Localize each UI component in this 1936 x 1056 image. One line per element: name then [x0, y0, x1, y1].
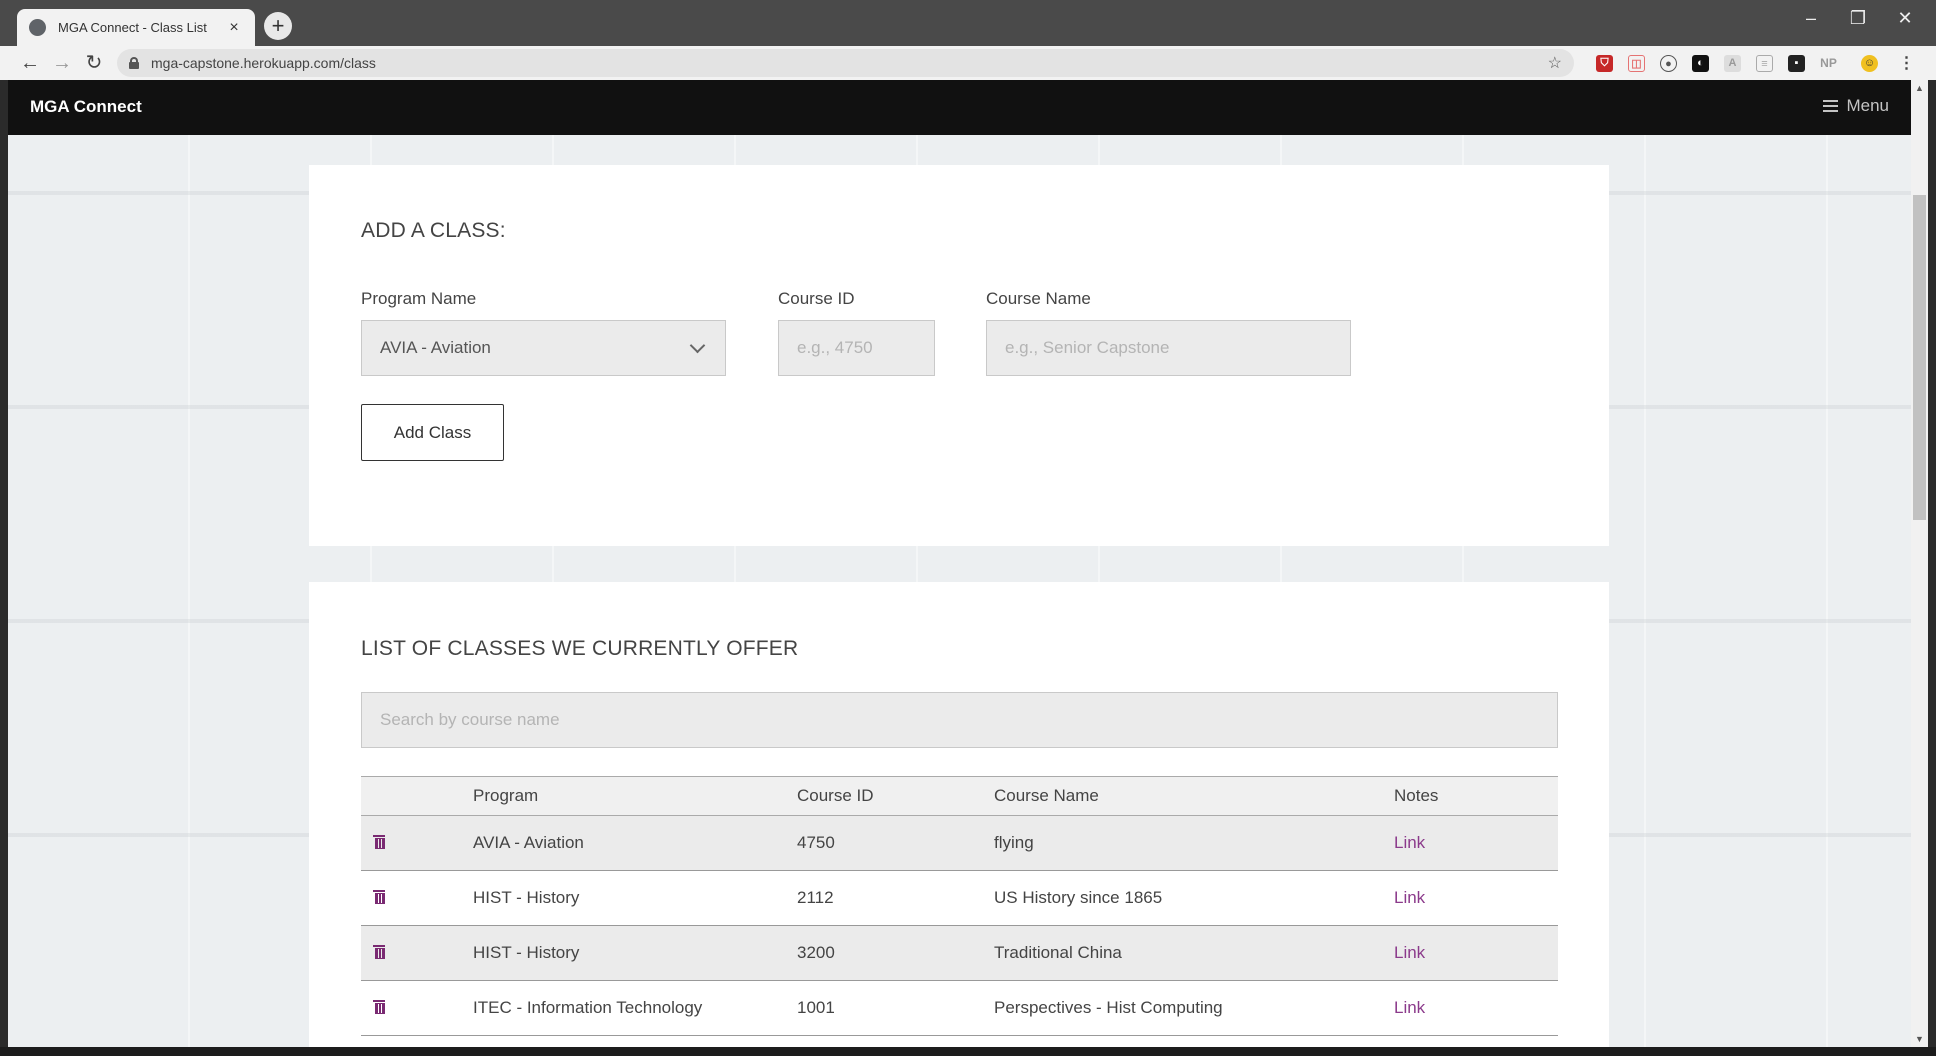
trash-icon[interactable]	[373, 999, 385, 1014]
table-row: HIST - History 2112 US History since 186…	[361, 870, 1558, 926]
profile-avatar[interactable]: ☺	[1861, 55, 1878, 72]
restore-icon[interactable]: ❐	[1838, 8, 1878, 29]
trash-icon[interactable]	[373, 889, 385, 904]
add-class-card: ADD A CLASS: Program Name Course ID Cour…	[309, 165, 1609, 546]
pdf-extension-icon[interactable]: ◫	[1628, 55, 1645, 72]
os-taskbar	[0, 1047, 1936, 1056]
camera-extension-icon[interactable]: ▪	[1788, 55, 1805, 72]
add-class-heading: ADD A CLASS:	[361, 219, 506, 242]
column-header-actions	[361, 776, 473, 816]
course-name-label: Course Name	[986, 289, 1091, 308]
table-header-row: Program Course ID Course Name Notes	[361, 776, 1558, 816]
browser-toolbar: ← → ↻ mga-capstone.herokuapp.com/class ☆…	[0, 46, 1936, 80]
brand-logo[interactable]: MGA Connect	[30, 97, 142, 117]
cell-program: AVIA - Aviation	[473, 815, 797, 871]
column-header-course-name[interactable]: Course Name	[994, 776, 1394, 816]
table-row: ITEC - Information Technology 1001 Persp…	[361, 980, 1558, 1036]
browser-tabstrip: MGA Connect - Class List × + – ❐ ✕	[0, 0, 1936, 46]
class-list-card: LIST OF CLASSES WE CURRENTLY OFFER Progr…	[309, 582, 1609, 1047]
column-header-notes[interactable]: Notes	[1394, 776, 1558, 816]
classes-table: Program Course ID Course Name Notes AVIA…	[361, 776, 1558, 1036]
page-viewport: MGA Connect Menu ADD A CLASS: Program Na…	[8, 80, 1911, 1047]
trash-icon[interactable]	[373, 944, 385, 959]
class-list-heading: LIST OF CLASSES WE CURRENTLY OFFER	[361, 637, 799, 660]
chevron-down-icon	[689, 337, 706, 353]
cell-course-id: 3200	[797, 925, 994, 981]
program-name-label: Program Name	[361, 289, 477, 308]
dark-extension-icon[interactable]: ◐	[1692, 55, 1709, 72]
column-header-program[interactable]: Program	[473, 776, 797, 816]
cell-course-name: Perspectives - Hist Computing	[994, 980, 1394, 1036]
back-icon[interactable]: ←	[16, 49, 44, 77]
add-class-button[interactable]: Add Class	[361, 404, 504, 461]
kebab-menu-icon[interactable]: ⋮	[1898, 55, 1915, 72]
reload-icon[interactable]: ↻	[80, 49, 108, 77]
program-select-value: AVIA - Aviation	[380, 338, 491, 357]
tab-title: MGA Connect - Class List	[58, 20, 207, 35]
course-name-input[interactable]	[986, 320, 1351, 376]
cell-program: ITEC - Information Technology	[473, 980, 797, 1036]
translate-extension-icon[interactable]: A	[1724, 55, 1741, 72]
document-extension-icon[interactable]: ≡	[1756, 55, 1773, 72]
hamburger-icon	[1823, 100, 1839, 112]
shield-extension-icon[interactable]: ⛉	[1596, 55, 1613, 72]
close-tab-icon[interactable]: ×	[225, 19, 243, 37]
notes-link[interactable]: Link	[1394, 833, 1425, 852]
course-id-input[interactable]	[778, 320, 935, 376]
menu-label: Menu	[1846, 96, 1889, 115]
site-navbar: MGA Connect Menu	[8, 80, 1911, 135]
column-header-course-id[interactable]: Course ID	[797, 776, 994, 816]
globe-icon	[29, 19, 46, 36]
cell-course-name: Traditional China	[994, 925, 1394, 981]
minimize-icon[interactable]: –	[1791, 8, 1831, 29]
close-window-icon[interactable]: ✕	[1885, 8, 1925, 29]
menu-button[interactable]: Menu	[1823, 96, 1889, 116]
circle-extension-icon[interactable]: ●	[1660, 55, 1677, 72]
table-row: HIST - History 3200 Traditional China Li…	[361, 925, 1558, 981]
new-tab-button[interactable]: +	[264, 12, 292, 40]
cell-course-id: 2112	[797, 870, 994, 926]
program-select[interactable]: AVIA - Aviation	[361, 320, 726, 376]
notes-link[interactable]: Link	[1394, 998, 1425, 1017]
lock-icon	[129, 57, 139, 69]
cell-course-name: US History since 1865	[994, 870, 1394, 926]
cell-course-name: flying	[994, 815, 1394, 871]
cell-course-id: 1001	[797, 980, 994, 1036]
browser-tab[interactable]: MGA Connect - Class List ×	[17, 9, 255, 46]
trash-icon[interactable]	[373, 834, 385, 849]
page-scrollbar[interactable]: ▲ ▼	[1911, 80, 1928, 1047]
bookmark-star-icon[interactable]: ☆	[1548, 53, 1562, 73]
np-extension-icon[interactable]: NP	[1820, 55, 1837, 72]
forward-icon[interactable]: →	[48, 49, 76, 77]
address-bar[interactable]: mga-capstone.herokuapp.com/class ☆	[117, 49, 1574, 77]
notes-link[interactable]: Link	[1394, 943, 1425, 962]
scroll-thumb[interactable]	[1913, 195, 1926, 520]
cell-program: HIST - History	[473, 925, 797, 981]
table-row: AVIA - Aviation 4750 flying Link	[361, 815, 1558, 871]
scroll-up-icon[interactable]: ▲	[1915, 83, 1924, 93]
search-input[interactable]	[361, 692, 1558, 748]
course-id-label: Course ID	[778, 289, 855, 308]
scroll-down-icon[interactable]: ▼	[1915, 1034, 1924, 1044]
url-text: mga-capstone.herokuapp.com/class	[151, 55, 376, 71]
notes-link[interactable]: Link	[1394, 888, 1425, 907]
cell-program: HIST - History	[473, 870, 797, 926]
cell-course-id: 4750	[797, 815, 994, 871]
